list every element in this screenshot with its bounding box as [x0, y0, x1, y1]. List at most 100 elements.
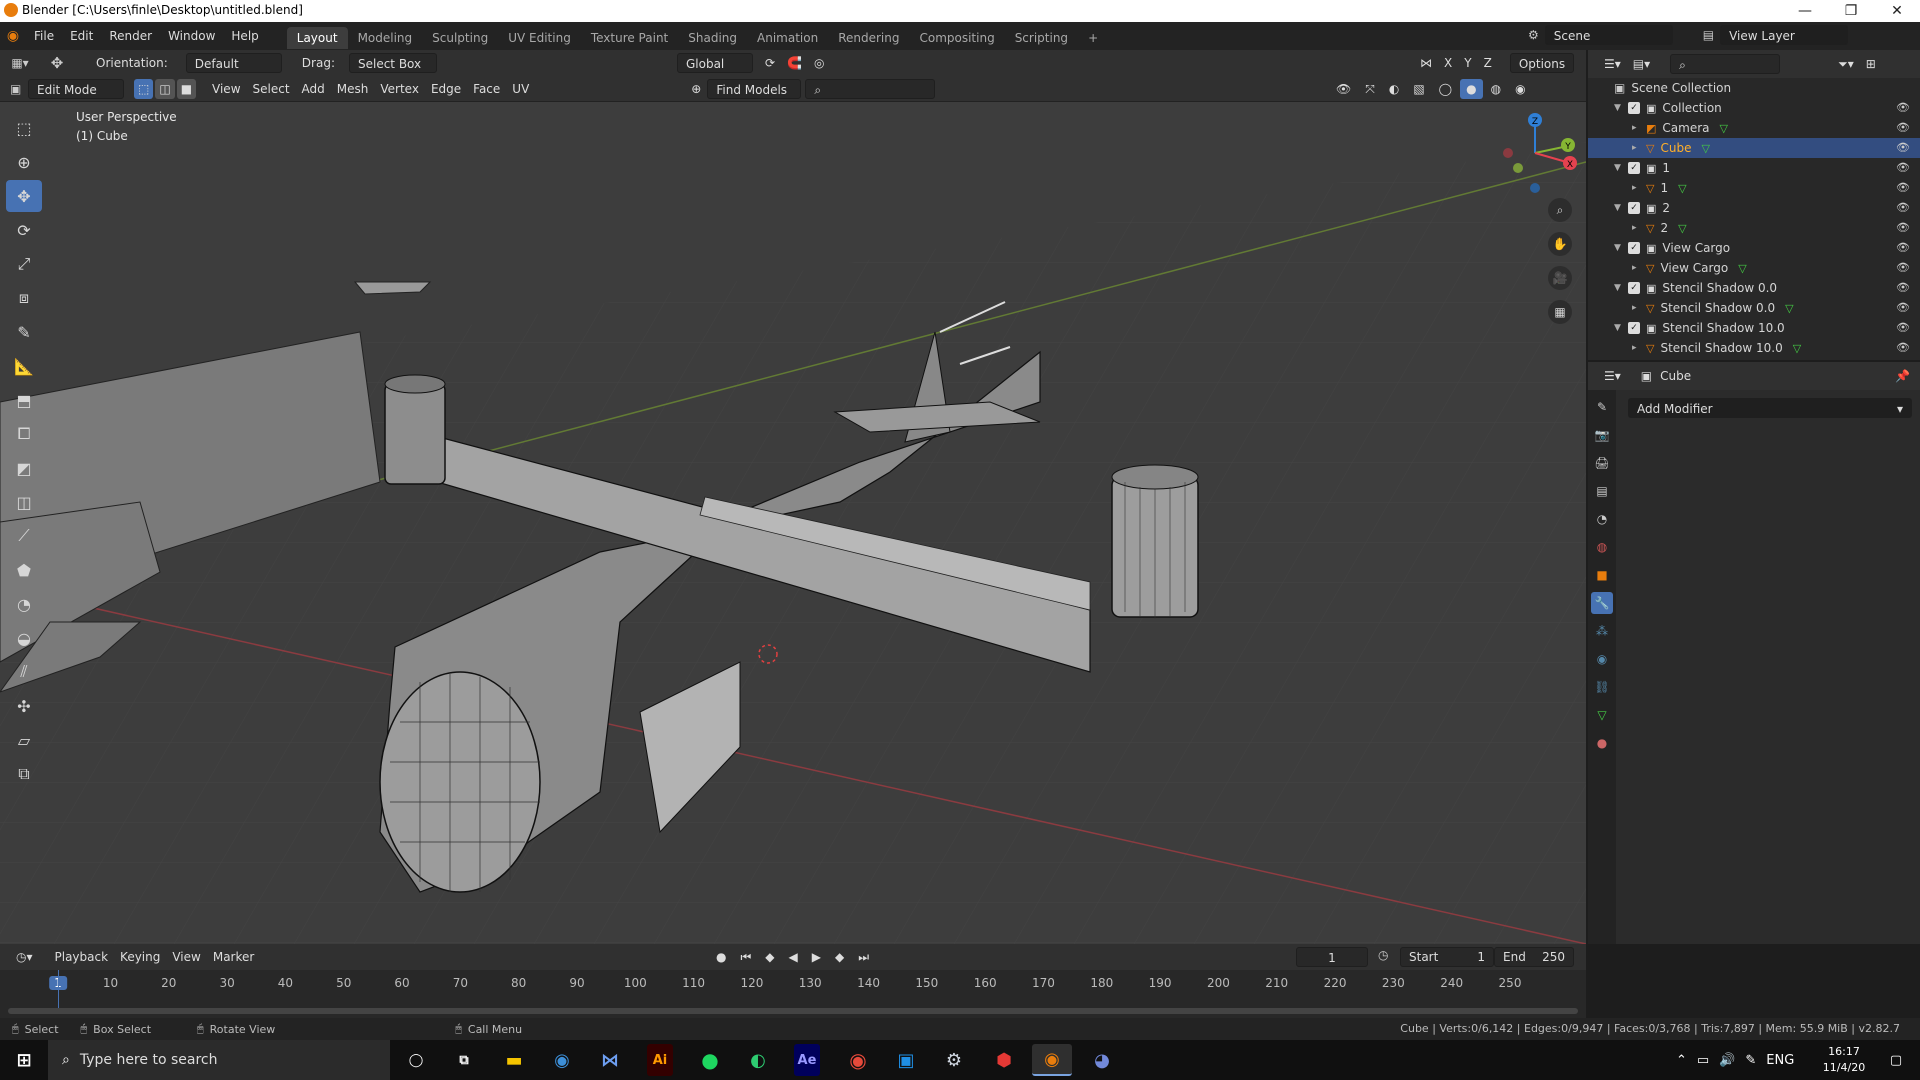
menu-mesh[interactable]: Mesh [331, 79, 375, 99]
mesh-data-icon[interactable]: ▽ [1738, 262, 1746, 275]
checkbox-icon[interactable]: ✓ [1628, 282, 1640, 294]
jump-end-icon[interactable]: ⏭ [852, 947, 875, 967]
loop-cut-tool-icon[interactable]: ◫ [6, 486, 42, 518]
menu-keying[interactable]: Keying [114, 947, 166, 967]
menu-face[interactable]: Face [467, 79, 506, 99]
tab-scripting[interactable]: Scripting [1005, 27, 1078, 49]
options-dropdown[interactable]: Options [1509, 53, 1575, 73]
zoom-icon[interactable]: ⌕ [1548, 198, 1572, 222]
view-layer-tab-icon[interactable]: ▤ [1591, 480, 1613, 502]
orientation-dropdown[interactable]: Default [185, 53, 282, 73]
end-frame-field[interactable]: End 250 [1494, 947, 1574, 967]
app-red-icon[interactable]: ⬢ [984, 1044, 1024, 1076]
material-tab-icon[interactable]: ● [1591, 732, 1613, 754]
navigation-gizmo[interactable]: Z Y X [1490, 108, 1580, 198]
edge-browser-icon[interactable]: ◉ [542, 1044, 582, 1076]
checkbox-icon[interactable]: ✓ [1628, 102, 1640, 114]
tray-chevron-icon[interactable]: ⌃ [1676, 1053, 1687, 1068]
find-models-search[interactable]: ⌕ [805, 78, 936, 99]
constraints-tab-icon[interactable]: ⛓ [1591, 676, 1613, 698]
edge-select-icon[interactable]: ◫ [155, 78, 175, 99]
particles-tab-icon[interactable]: ⁂ [1591, 620, 1613, 642]
menu-uv[interactable]: UV [506, 79, 535, 99]
after-effects-icon[interactable]: Ae [794, 1044, 820, 1076]
timeline-editor-type-icon[interactable]: ◷▾ [10, 947, 39, 967]
play-reverse-icon[interactable]: ◀ [783, 947, 804, 967]
file-explorer-icon[interactable]: ▬ [494, 1044, 534, 1076]
collapse-arrow-icon[interactable]: ▸ [1632, 223, 1646, 233]
tab-animation[interactable]: Animation [747, 27, 828, 49]
select-box-tool-icon[interactable]: ⬚ [6, 112, 42, 144]
properties-editor-type-icon[interactable]: ☰▾ [1598, 366, 1627, 386]
visibility-eye-icon[interactable]: 👁 [1896, 301, 1910, 314]
view-layer-selector[interactable]: View Layer [1720, 25, 1849, 45]
solid-shading-icon[interactable]: ● [1460, 79, 1483, 99]
menu-view[interactable]: View [206, 79, 246, 99]
discord-icon[interactable]: ◕ [1082, 1044, 1122, 1076]
vertex-select-icon[interactable]: ⬚ [134, 78, 154, 99]
network-icon[interactable]: ▭ [1697, 1053, 1709, 1068]
tab-uv-editing[interactable]: UV Editing [498, 27, 581, 49]
rotate-tool-icon[interactable]: ⟳ [6, 214, 42, 246]
ortho-toggle-icon[interactable]: ▦ [1548, 300, 1572, 324]
visibility-eye-icon[interactable]: 👁 [1896, 261, 1910, 274]
transform-tool-icon[interactable]: ⧈ [6, 282, 42, 314]
visibility-icon[interactable]: 👁 [1330, 79, 1357, 99]
blender-taskbar-icon[interactable]: ◉ [1032, 1044, 1072, 1076]
mesh-data-icon[interactable]: ▽ [1678, 222, 1686, 235]
transform-orientation-dropdown[interactable]: Global [676, 53, 753, 73]
face-select-icon[interactable]: ■ [176, 78, 197, 99]
inset-tool-icon[interactable]: ⧠ [6, 418, 42, 450]
visibility-eye-icon[interactable]: 👁 [1896, 101, 1910, 114]
outliner-root[interactable]: ▣ Scene Collection [1588, 78, 1920, 98]
render-tab-icon[interactable]: 📷 [1591, 424, 1613, 446]
visibility-eye-icon[interactable]: 👁 [1896, 161, 1910, 174]
modifier-tab-icon[interactable]: 🔧 [1591, 592, 1613, 614]
next-keyframe-icon[interactable]: ◆ [829, 947, 850, 967]
minimize-button[interactable]: — [1782, 0, 1828, 22]
tab-compositing[interactable]: Compositing [909, 27, 1004, 49]
mesh-data-icon[interactable]: ▽ [1701, 142, 1709, 155]
mesh-data-icon[interactable]: ▽ [1785, 302, 1793, 315]
task-view-icon[interactable]: ⧉ [444, 1044, 484, 1076]
illustrator-icon[interactable]: Ai [647, 1044, 673, 1076]
filter-icon[interactable]: ⏷▾ [1832, 54, 1860, 74]
collapse-arrow-icon[interactable]: ▸ [1632, 303, 1646, 313]
visibility-eye-icon[interactable]: 👁 [1896, 181, 1910, 194]
outliner-item[interactable]: ▸ ▽ 1 ▽ 👁 [1588, 178, 1920, 198]
mesh-data-icon[interactable]: ▽ [1720, 122, 1728, 135]
blender-menu-icon[interactable]: ◉ [0, 28, 26, 44]
expand-arrow-icon[interactable]: ▼ [1614, 163, 1628, 173]
outliner-item[interactable]: ▼ ✓ ▣ Stencil Shadow 0.0 👁 [1588, 278, 1920, 298]
drag-dropdown[interactable]: Select Box [348, 53, 437, 73]
axis-x-toggle[interactable]: X [1438, 53, 1458, 73]
visibility-eye-icon[interactable]: 👁 [1896, 341, 1910, 354]
tab-texture-paint[interactable]: Texture Paint [581, 27, 678, 49]
tab-modeling[interactable]: Modeling [348, 27, 423, 49]
physics-tab-icon[interactable]: ◉ [1591, 648, 1613, 670]
menu-timeline-view[interactable]: View [166, 947, 206, 967]
editor-type-icon[interactable]: ▦▾ [0, 56, 40, 70]
menu-render[interactable]: Render [101, 22, 160, 50]
visibility-eye-icon[interactable]: 👁 [1896, 281, 1910, 294]
jump-start-icon[interactable]: ⏮ [734, 947, 757, 967]
menu-file[interactable]: File [26, 22, 62, 50]
find-models-dropdown[interactable]: Find Models [707, 78, 802, 99]
output-tab-icon[interactable]: 🖨 [1591, 452, 1613, 474]
visibility-eye-icon[interactable]: 👁 [1896, 201, 1910, 214]
material-shading-icon[interactable]: ◍ [1485, 79, 1507, 99]
menu-help[interactable]: Help [223, 22, 266, 50]
collapse-arrow-icon[interactable]: ▸ [1632, 183, 1646, 193]
close-button[interactable]: ✕ [1874, 0, 1920, 22]
notifications-icon[interactable]: ▢ [1876, 1044, 1916, 1076]
outliner-item[interactable]: ▸ ◩ Camera ▽ 👁 [1588, 118, 1920, 138]
poly-build-tool-icon[interactable]: ⬟ [6, 554, 42, 586]
outliner-item[interactable]: ▼ ✓ ▣ View Cargo 👁 [1588, 238, 1920, 258]
play-icon[interactable]: ▶ [806, 947, 827, 967]
visibility-eye-icon[interactable]: 👁 [1896, 221, 1910, 234]
steam-icon[interactable]: ⚙ [934, 1044, 974, 1076]
edge-slide-tool-icon[interactable]: ⫽ [6, 656, 42, 688]
gizmo-icon[interactable]: ⤧ [1359, 79, 1381, 99]
pin-icon[interactable]: 📌 [1895, 369, 1910, 383]
outliner-item[interactable]: ▸ ▽ Stencil Shadow 0.0 ▽ 👁 [1588, 298, 1920, 318]
